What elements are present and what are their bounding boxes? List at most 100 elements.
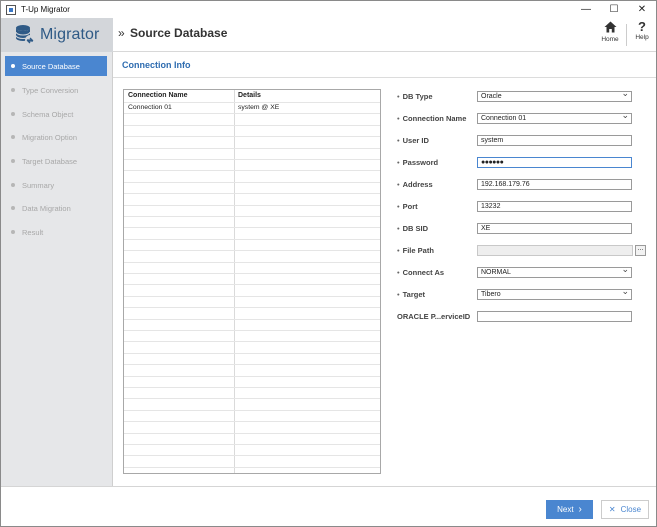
sidebar-item-label: Source Database [22, 61, 80, 71]
sidebar-item-summary[interactable]: Summary [5, 175, 107, 195]
close-button[interactable]: ✕ Close [601, 500, 649, 519]
file-path-label: • File Path [397, 246, 434, 255]
user-id-label: • User ID [397, 136, 429, 145]
table-grid-line [124, 193, 380, 195]
target-select[interactable]: Tibero [477, 287, 632, 300]
next-button-label: Next [557, 505, 574, 514]
table-grid-line [124, 284, 380, 286]
help-button[interactable]: ? Help [629, 20, 655, 49]
home-icon [604, 21, 616, 33]
connection-table[interactable]: Connection Name Details Connection 01 sy… [123, 89, 381, 474]
wizard-steps-sidebar: Source Database Type Conversion Schema O… [1, 52, 113, 486]
double-chevron-icon: » [118, 26, 125, 40]
connection-name-label: • Connection Name [397, 114, 467, 123]
window-title: T-Up Migrator [21, 5, 70, 14]
step-dot-icon [11, 64, 15, 68]
address-label: • Address [397, 180, 433, 189]
close-window-button[interactable]: ✕ [628, 1, 656, 18]
oracle-service-id-label: ORACLE P...erviceID [397, 312, 471, 321]
app-header: Migrator » Source Database Home ? Help [1, 18, 656, 52]
page-title-text: Source Database [130, 26, 228, 40]
table-grid-line [124, 432, 380, 434]
sidebar-item-source-database[interactable]: Source Database [5, 56, 107, 76]
file-path-input [477, 245, 633, 256]
port-input[interactable]: 13232 [477, 201, 632, 212]
connect-as-label: • Connect As [397, 268, 445, 277]
table-grid-line [124, 318, 380, 320]
table-grid-line [124, 421, 380, 423]
section-title: Connection Info [122, 60, 191, 70]
table-grid-line [124, 409, 380, 411]
step-dot-icon [11, 183, 15, 187]
window-controls: — ☐ ✕ [572, 1, 656, 18]
table-grid-line [124, 124, 380, 126]
section-divider [113, 77, 656, 78]
table-grid-line [124, 330, 380, 331]
oracle-service-id-input[interactable] [477, 311, 632, 322]
step-dot-icon [11, 135, 15, 139]
table-grid-line [124, 364, 380, 366]
step-dot-icon [11, 112, 15, 116]
cell-connection-name: Connection 01 [128, 104, 172, 111]
cell-details: system @ XE [238, 104, 280, 111]
sidebar-item-result[interactable]: Result [5, 222, 107, 242]
minimize-button[interactable]: — [572, 1, 600, 18]
table-grid-line [124, 261, 380, 263]
sidebar-item-type-conversion[interactable]: Type Conversion [5, 80, 107, 100]
page-title: » Source Database [118, 26, 227, 40]
sidebar-item-label: Result [22, 227, 44, 237]
sidebar-item-target-database[interactable]: Target Database [5, 151, 107, 171]
database-icon [15, 25, 35, 45]
next-button[interactable]: Next › [546, 500, 593, 519]
table-grid-line [124, 181, 380, 183]
table-grid-line [124, 147, 380, 149]
user-id-input[interactable]: system [477, 135, 632, 146]
column-header-connection-name[interactable]: Connection Name [124, 90, 188, 101]
table-grid-line [124, 295, 380, 297]
footer-bar: Next › ✕ Close [1, 486, 656, 526]
close-icon: ✕ [608, 505, 616, 514]
table-grid-line [124, 227, 380, 229]
table-grid-line [124, 113, 380, 115]
step-dot-icon [11, 230, 15, 234]
main-panel: Connection Info Connection Name Details … [113, 52, 656, 486]
logo-text: Migrator [40, 26, 100, 43]
table-grid-line [124, 352, 380, 354]
logo: Migrator [1, 18, 113, 52]
table-grid-line [124, 307, 380, 309]
table-grid-line [124, 238, 380, 240]
table-grid-line [124, 444, 380, 445]
db-type-select[interactable]: Oracle [477, 89, 632, 102]
browse-button[interactable]: ... [635, 245, 646, 256]
connection-form: •DB Type Oracle •Connection Name Connect… [388, 88, 656, 338]
connection-name-select[interactable]: Connection 01 [477, 111, 632, 124]
home-label: Home [601, 36, 619, 43]
table-grid-line [124, 102, 380, 103]
app-window: T-Up Migrator — ☐ ✕ Migrator » Source Da… [0, 0, 657, 527]
connect-as-select[interactable]: NORMAL [477, 265, 632, 278]
step-dot-icon [11, 206, 15, 210]
help-label: Help [635, 34, 649, 41]
table-grid-line [124, 204, 380, 206]
table-grid-line [124, 375, 380, 377]
header-divider [626, 24, 627, 46]
password-input[interactable]: ●●●●●● [477, 157, 632, 168]
sidebar-item-label: Schema Object [22, 109, 74, 119]
step-dot-icon [11, 88, 15, 92]
sidebar-item-data-migration[interactable]: Data Migration [5, 198, 107, 218]
sidebar-item-migration-option[interactable]: Migration Option [5, 127, 107, 147]
sidebar-item-schema-object[interactable]: Schema Object [5, 104, 107, 124]
table-grid-line [124, 170, 380, 172]
home-button[interactable]: Home [597, 21, 623, 49]
sidebar-item-label: Migration Option [22, 132, 78, 142]
column-header-details[interactable]: Details [234, 90, 261, 101]
table-grid-line [124, 159, 380, 160]
db-sid-input[interactable]: XE [477, 223, 632, 234]
step-dot-icon [11, 159, 15, 163]
address-input[interactable]: 192.168.179.76 [477, 179, 632, 190]
close-button-label: Close [620, 505, 642, 514]
maximize-button[interactable]: ☐ [600, 1, 628, 18]
sidebar-item-label: Data Migration [22, 203, 71, 213]
table-grid-line [124, 341, 380, 343]
chevron-right-icon: › [578, 504, 582, 515]
